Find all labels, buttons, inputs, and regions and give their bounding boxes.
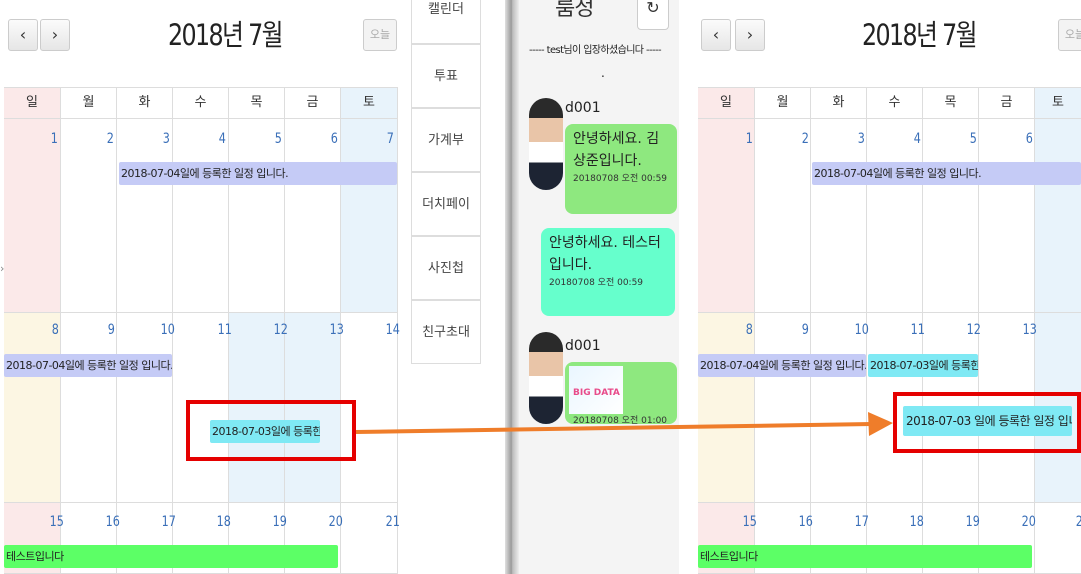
drag-arrow-icon: [355, 412, 893, 436]
arrow-line: [355, 422, 873, 434]
arrow-head: [868, 412, 893, 436]
